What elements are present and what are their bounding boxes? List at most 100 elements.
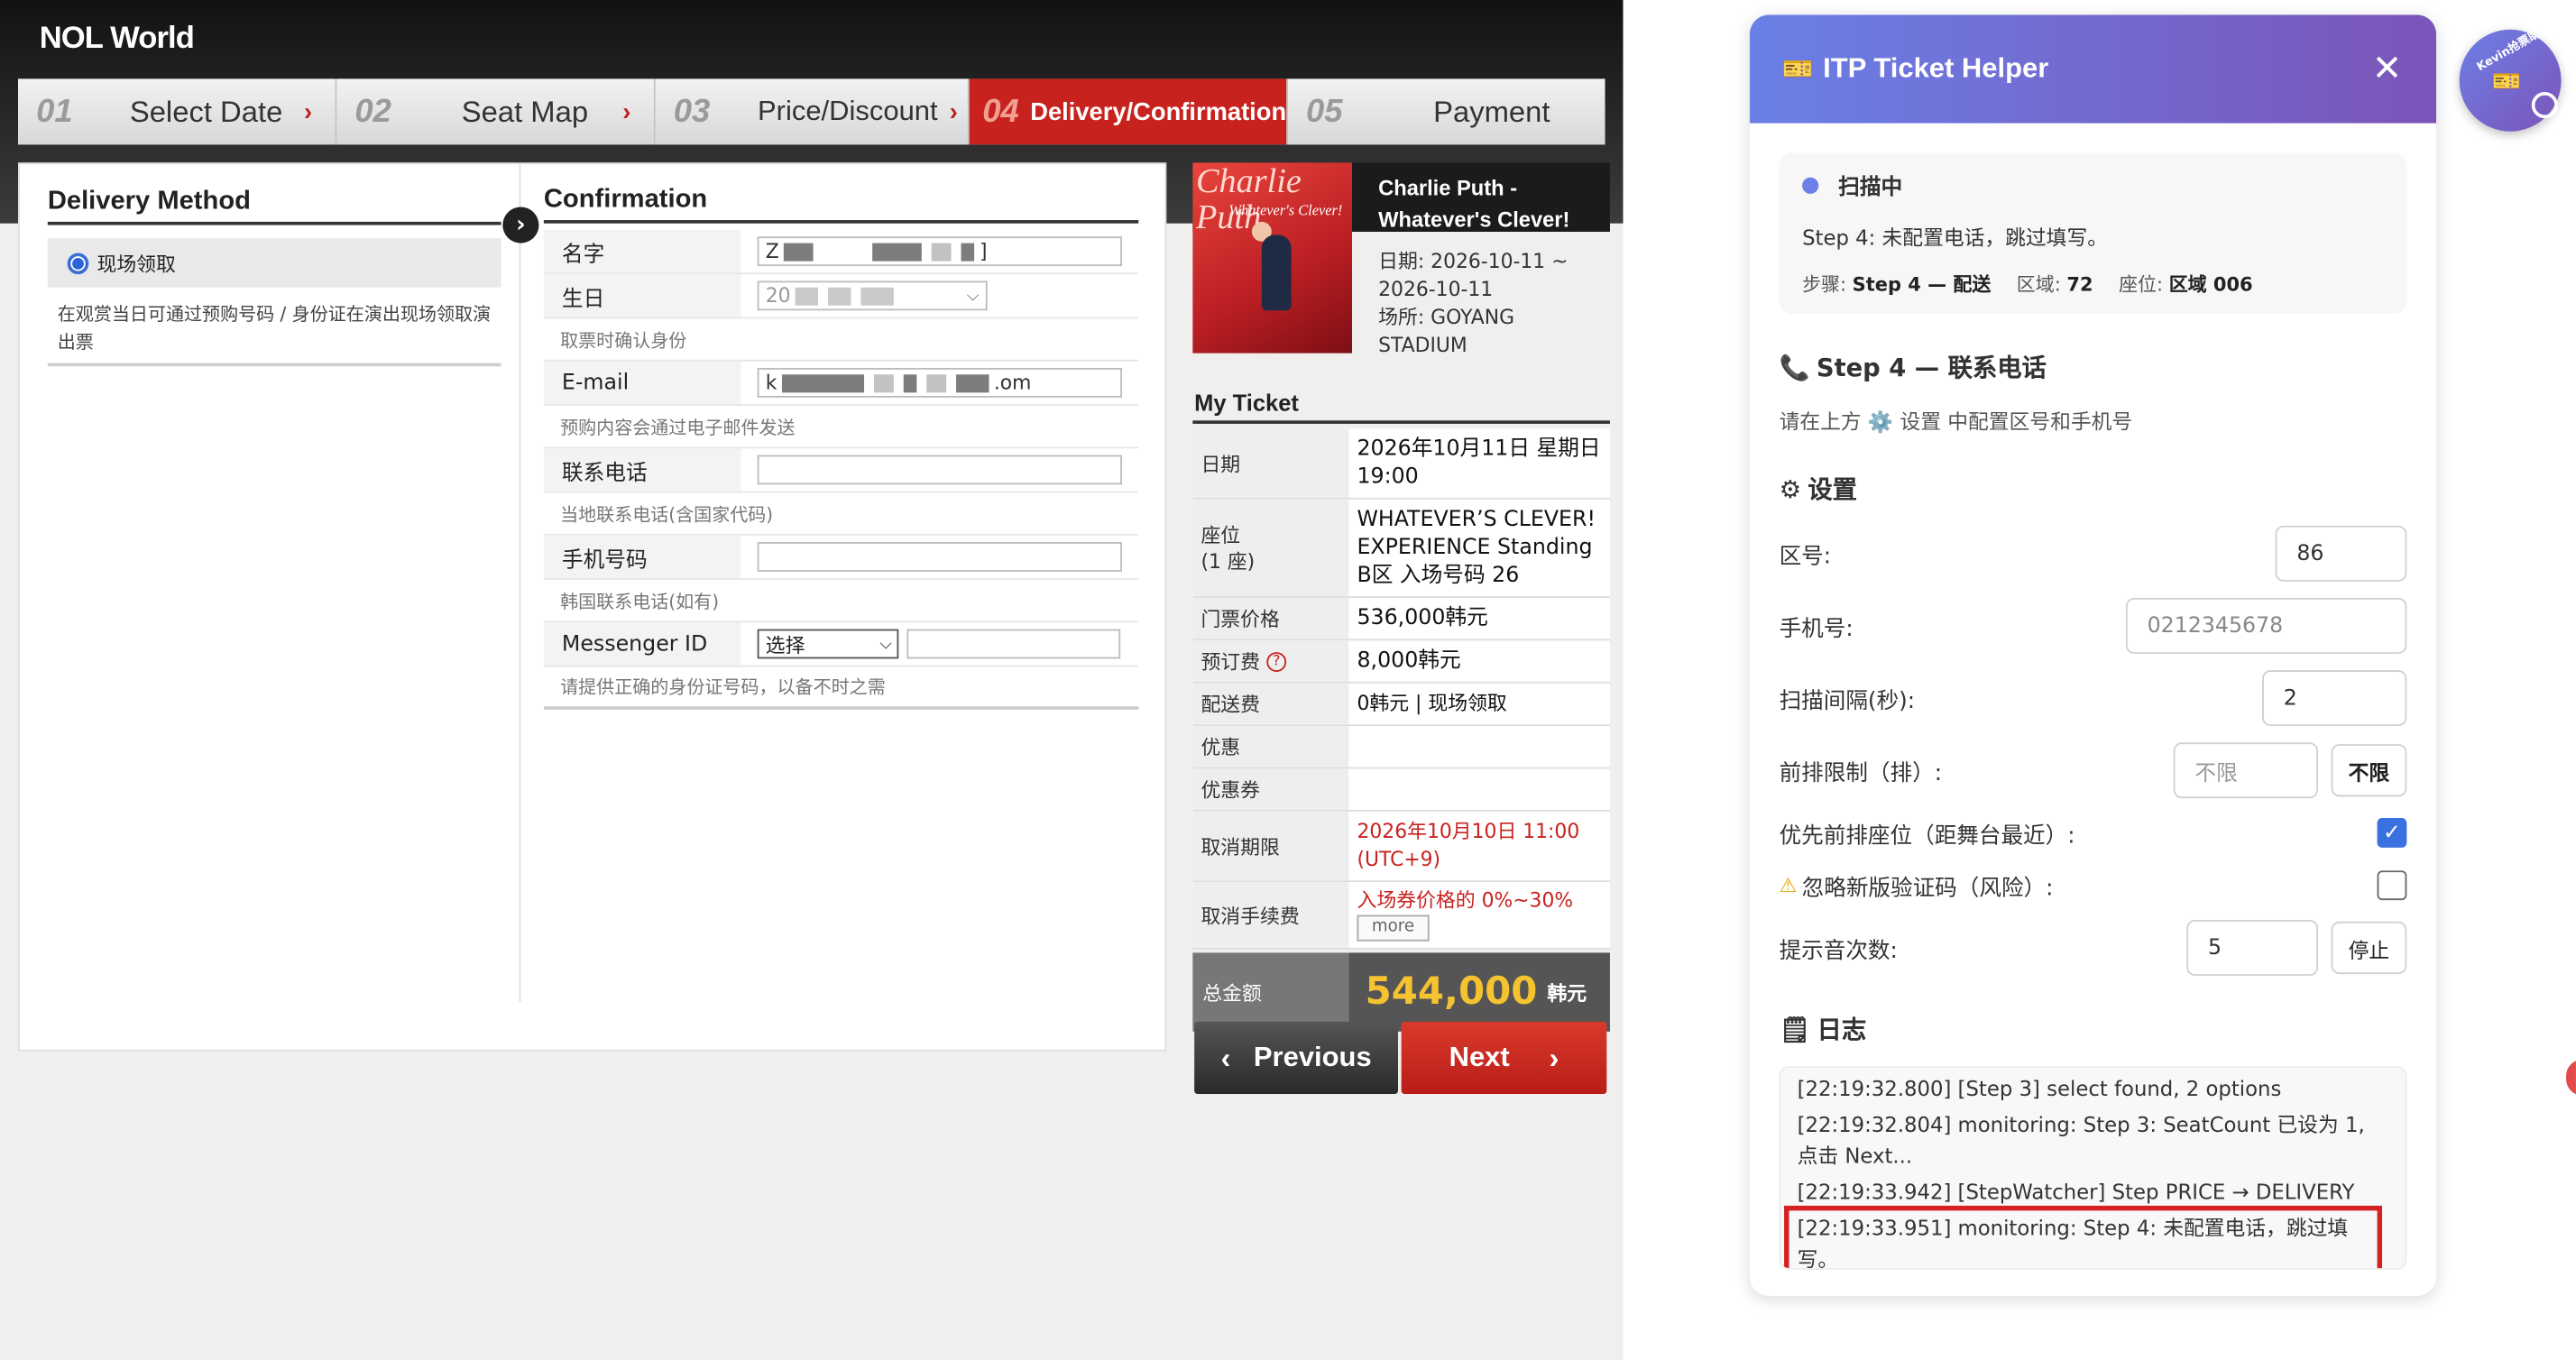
performance-poster[interactable]: Charlie Puth Whatever's Clever! [1192,162,1353,354]
section-divider [519,164,521,1003]
scan-interval-input[interactable]: 2 [2262,670,2407,727]
birth-select[interactable]: 20 ⌵ [757,280,988,311]
chevron-right-icon: › [949,97,958,126]
name-row: 名字 Z ] [543,229,1139,275]
cancel-fee-value: 入场券价格的 0%~30% [1357,888,1574,912]
poster-figure [1261,234,1292,311]
chevron-down-icon: ⌵ [879,634,893,654]
more-button[interactable]: more [1357,914,1430,942]
phone-number-input[interactable]: 0212345678 [2125,597,2407,654]
phone-row: 联系电话 [543,448,1139,493]
id-hint: 请提供正确的身份证号码，以备不时之需 [543,666,1139,710]
step-number: 01 [36,92,73,129]
messenger-select-value: 选择 [765,633,805,657]
messenger-row: Messenger ID 选择 ⌵ [543,622,1139,667]
row-limit-unlimited-button[interactable]: 不限 [2331,744,2407,797]
phone-icon: 📞 [1779,352,1810,382]
alert-count-input[interactable]: 5 [2186,919,2318,976]
confirmation-title: Confirmation [543,186,1139,224]
radio-selected-icon[interactable] [67,252,89,274]
messenger-type-select[interactable]: 选择 ⌵ [757,629,899,659]
status-state-label: 扫描中 [1838,175,1903,201]
confirmation-section: Confirmation 名字 Z ] 生日 20 ⌵ 取票时确认身份 E-ma… [543,186,1139,710]
ticket-row-coupon: 优惠券 [1192,768,1610,812]
ticket-discount-value [1348,726,1610,767]
email-field[interactable]: k .om [757,367,1123,398]
step-payment: 05 Payment [1287,78,1605,145]
delivery-option-description: 在观赏当日可通过预购号码 / 身份证在演出现场领取演出票 [47,288,501,367]
delivery-method-title: Delivery Method [47,188,501,225]
status-meta: 步骤: Step 4 — 配送 区域: 72 座位: 区域 006 [1802,271,2384,298]
step-number: 04 [982,92,1019,129]
ticket-row-date: 日期 2026年10月11日 星期日 19:00 [1192,428,1610,500]
floating-button-label: Kevin抢票助手 [2474,21,2553,74]
messenger-id-input[interactable] [906,629,1121,659]
ticket-discount-label: 优惠 [1192,726,1349,767]
name-field[interactable]: Z ] [757,236,1123,267]
stop-button[interactable]: 停止 [2331,921,2407,975]
mobile-hint: 韩国联系电话(如有) [543,580,1139,623]
front-priority-row: 优先前排座位（距舞台最近）: ✓ [1780,812,2407,854]
ring-icon [2531,91,2558,119]
redaction-mask [796,286,819,305]
my-ticket-title: My Ticket [1192,390,1610,424]
step-number: 02 [354,92,391,129]
step-heading: 📞 Step 4 — 联系电话 [1780,350,2407,384]
phone-field[interactable] [757,455,1123,485]
row-limit-input[interactable]: 不限 [2173,742,2318,799]
area-code-input[interactable]: 86 [2275,525,2407,582]
phone-number-row: 手机号: 0212345678 [1780,597,2407,654]
delivery-option-onsite-pickup[interactable]: 现场领取 [47,238,501,288]
redaction-mask [781,373,864,392]
birth-hint: 取票时确认身份 [543,318,1139,362]
redaction-mask [860,286,895,305]
email-value-end: .om [993,371,1032,395]
helper-floating-button[interactable]: Kevin抢票助手 🎫 [2459,22,2562,132]
ticket-helper-panel: 🎫 ITP Ticket Helper ✕ 扫描中 Step 4: 未配置电话，… [1749,14,2437,1297]
ticket-row-fee: 预订费 ? 8,000韩元 [1192,640,1610,684]
front-priority-checkbox[interactable]: ✓ [2377,818,2407,848]
performance-info: Charlie Puth Whatever's Clever! Charlie … [1192,162,1610,390]
redaction-mask [873,373,894,392]
name-value-start: Z [765,239,779,263]
cancel-deadline-label: 取消期限 [1192,811,1349,881]
settings-heading-text: 设置 [1808,474,1858,505]
previous-button[interactable]: ‹ Previous [1194,1021,1399,1095]
status-dot-icon [1802,176,1819,194]
phone-hint: 当地联系电话(含国家代码) [543,492,1139,536]
total-label: 总金额 [1192,952,1349,1032]
step-meta-value: Step 4 — 配送 [1852,272,1992,296]
log-heading: 🗒 日志 [1780,1012,2407,1046]
status-box: 扫描中 Step 4: 未配置电话，跳过填写。 步骤: Step 4 — 配送 … [1779,152,2407,314]
area-meta-value: 72 [2066,272,2093,296]
area-code-row: 区号: 86 [1780,525,2407,582]
checkmark-icon: ✓ [2383,820,2401,846]
chevron-left-icon: ‹ [1220,1040,1231,1074]
mobile-field[interactable] [757,542,1123,572]
birth-row: 生日 20 ⌵ [543,274,1139,319]
close-icon[interactable]: ✕ [2354,49,2420,90]
ignore-captcha-checkbox[interactable] [2377,870,2407,901]
status-state: 扫描中 [1802,170,2384,201]
seat-meta-label: 座位: [2119,272,2164,296]
help-icon[interactable]: ? [1266,651,1287,672]
next-label: Next [1449,1041,1510,1073]
messenger-label: Messenger ID [543,622,741,666]
phone-label: 联系电话 [543,448,741,492]
step-label: Select Date [129,94,283,128]
ticket-fee-value: 8,000韩元 [1357,648,1461,674]
warning-icon: ⚠ [1779,873,1798,897]
edge-tab[interactable] [2566,1059,2576,1096]
next-button[interactable]: Next › [1401,1021,1607,1095]
ticket-row-seat: 座位 (1 座) WHATEVER’S CLEVER! EXPERIENCE S… [1192,499,1610,598]
ticket-seat-value: WHATEVER’S CLEVER! EXPERIENCE Standing B… [1357,507,1596,589]
arrow-right-icon: › [502,207,539,244]
redaction-mask [926,373,947,392]
email-label: E-mail [543,361,741,405]
site-logo[interactable]: NOL World [40,22,195,58]
log-panel[interactable]: [22:19:32.800] [Step 3] select found, 2 … [1779,1066,2407,1270]
step-meta-label: 步骤: [1802,272,1847,296]
ticket-date-value: 2026年10月11日 星期日 19:00 [1357,436,1601,490]
ticket-price-label: 门票价格 [1192,597,1349,639]
step-instruction: 请在上方 ⚙️ 设置 中配置区号和手机号 [1779,409,2133,434]
